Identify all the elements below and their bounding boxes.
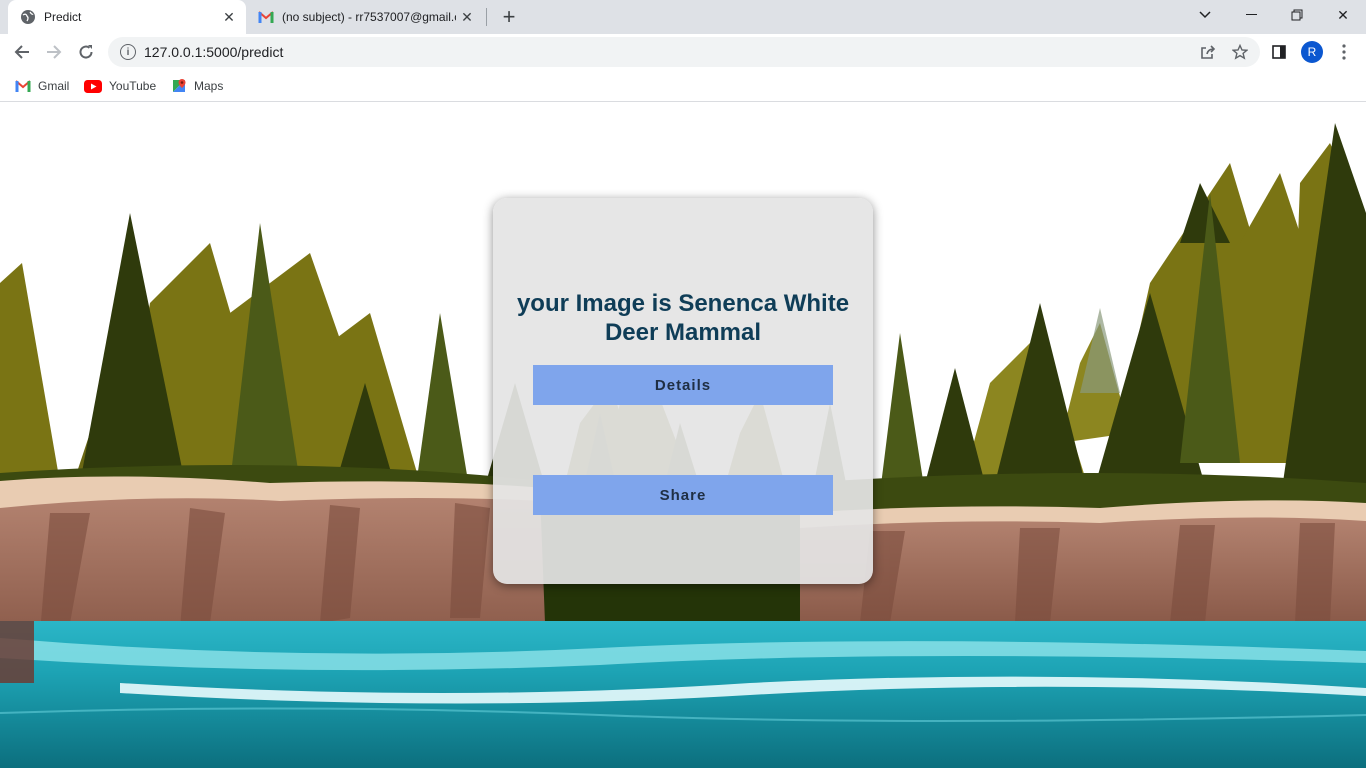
close-tab-icon[interactable]: ✕	[218, 6, 240, 28]
bookmark-gmail[interactable]: Gmail	[15, 76, 69, 96]
tab-title: (no subject) - rr7537007@gmail.c	[282, 10, 456, 24]
browser-toolbar: i 127.0.0.1:5000/predict R	[0, 34, 1366, 70]
gmail-icon	[15, 80, 31, 92]
prediction-result-title: your Image is Senenca White Deer Mammal	[516, 290, 850, 346]
bookmark-label: Maps	[194, 79, 224, 93]
youtube-icon	[84, 79, 102, 93]
reload-icon[interactable]	[72, 38, 100, 66]
globe-icon	[20, 9, 36, 25]
url-text: 127.0.0.1:5000/predict	[144, 44, 284, 60]
bookmark-star-icon[interactable]	[1230, 42, 1250, 62]
bookmarks-bar: Gmail YouTube Maps	[0, 70, 1366, 102]
restore-button[interactable]	[1274, 0, 1320, 30]
tab-strip: Predict ✕ (no subject) - rr7537007@gmail…	[0, 0, 1366, 34]
back-icon[interactable]	[8, 38, 36, 66]
share-button[interactable]: Share	[533, 475, 833, 515]
prediction-result-card: your Image is Senenca White Deer Mammal …	[493, 198, 873, 584]
tab-search-icon[interactable]	[1182, 0, 1228, 30]
new-tab-button[interactable]: +	[497, 4, 521, 29]
close-window-button[interactable]: ✕	[1320, 0, 1366, 30]
tab-divider	[486, 8, 487, 26]
menu-kebab-icon[interactable]	[1334, 42, 1354, 62]
tab-predict[interactable]: Predict ✕	[8, 0, 246, 34]
tab-title: Predict	[44, 10, 82, 24]
gmail-icon	[258, 9, 274, 25]
bookmark-label: YouTube	[109, 79, 157, 93]
share-page-icon[interactable]	[1198, 42, 1218, 62]
minimize-button[interactable]	[1228, 0, 1274, 30]
bookmark-youtube[interactable]: YouTube	[84, 76, 156, 96]
bookmark-label: Gmail	[38, 79, 70, 93]
bookmark-maps[interactable]: Maps	[171, 76, 223, 96]
forward-icon[interactable]	[40, 38, 68, 66]
close-tab-icon[interactable]: ✕	[456, 6, 478, 28]
tab-gmail[interactable]: (no subject) - rr7537007@gmail.c ✕	[248, 0, 484, 34]
details-button[interactable]: Details	[533, 365, 833, 405]
page-viewport: your Image is Senenca White Deer Mammal …	[0, 103, 1366, 768]
profile-avatar[interactable]: R	[1301, 41, 1323, 63]
address-bar[interactable]: i 127.0.0.1:5000/predict	[108, 37, 1260, 67]
maps-icon	[171, 78, 187, 94]
side-panel-icon[interactable]	[1269, 42, 1289, 62]
site-info-icon[interactable]: i	[120, 44, 136, 60]
